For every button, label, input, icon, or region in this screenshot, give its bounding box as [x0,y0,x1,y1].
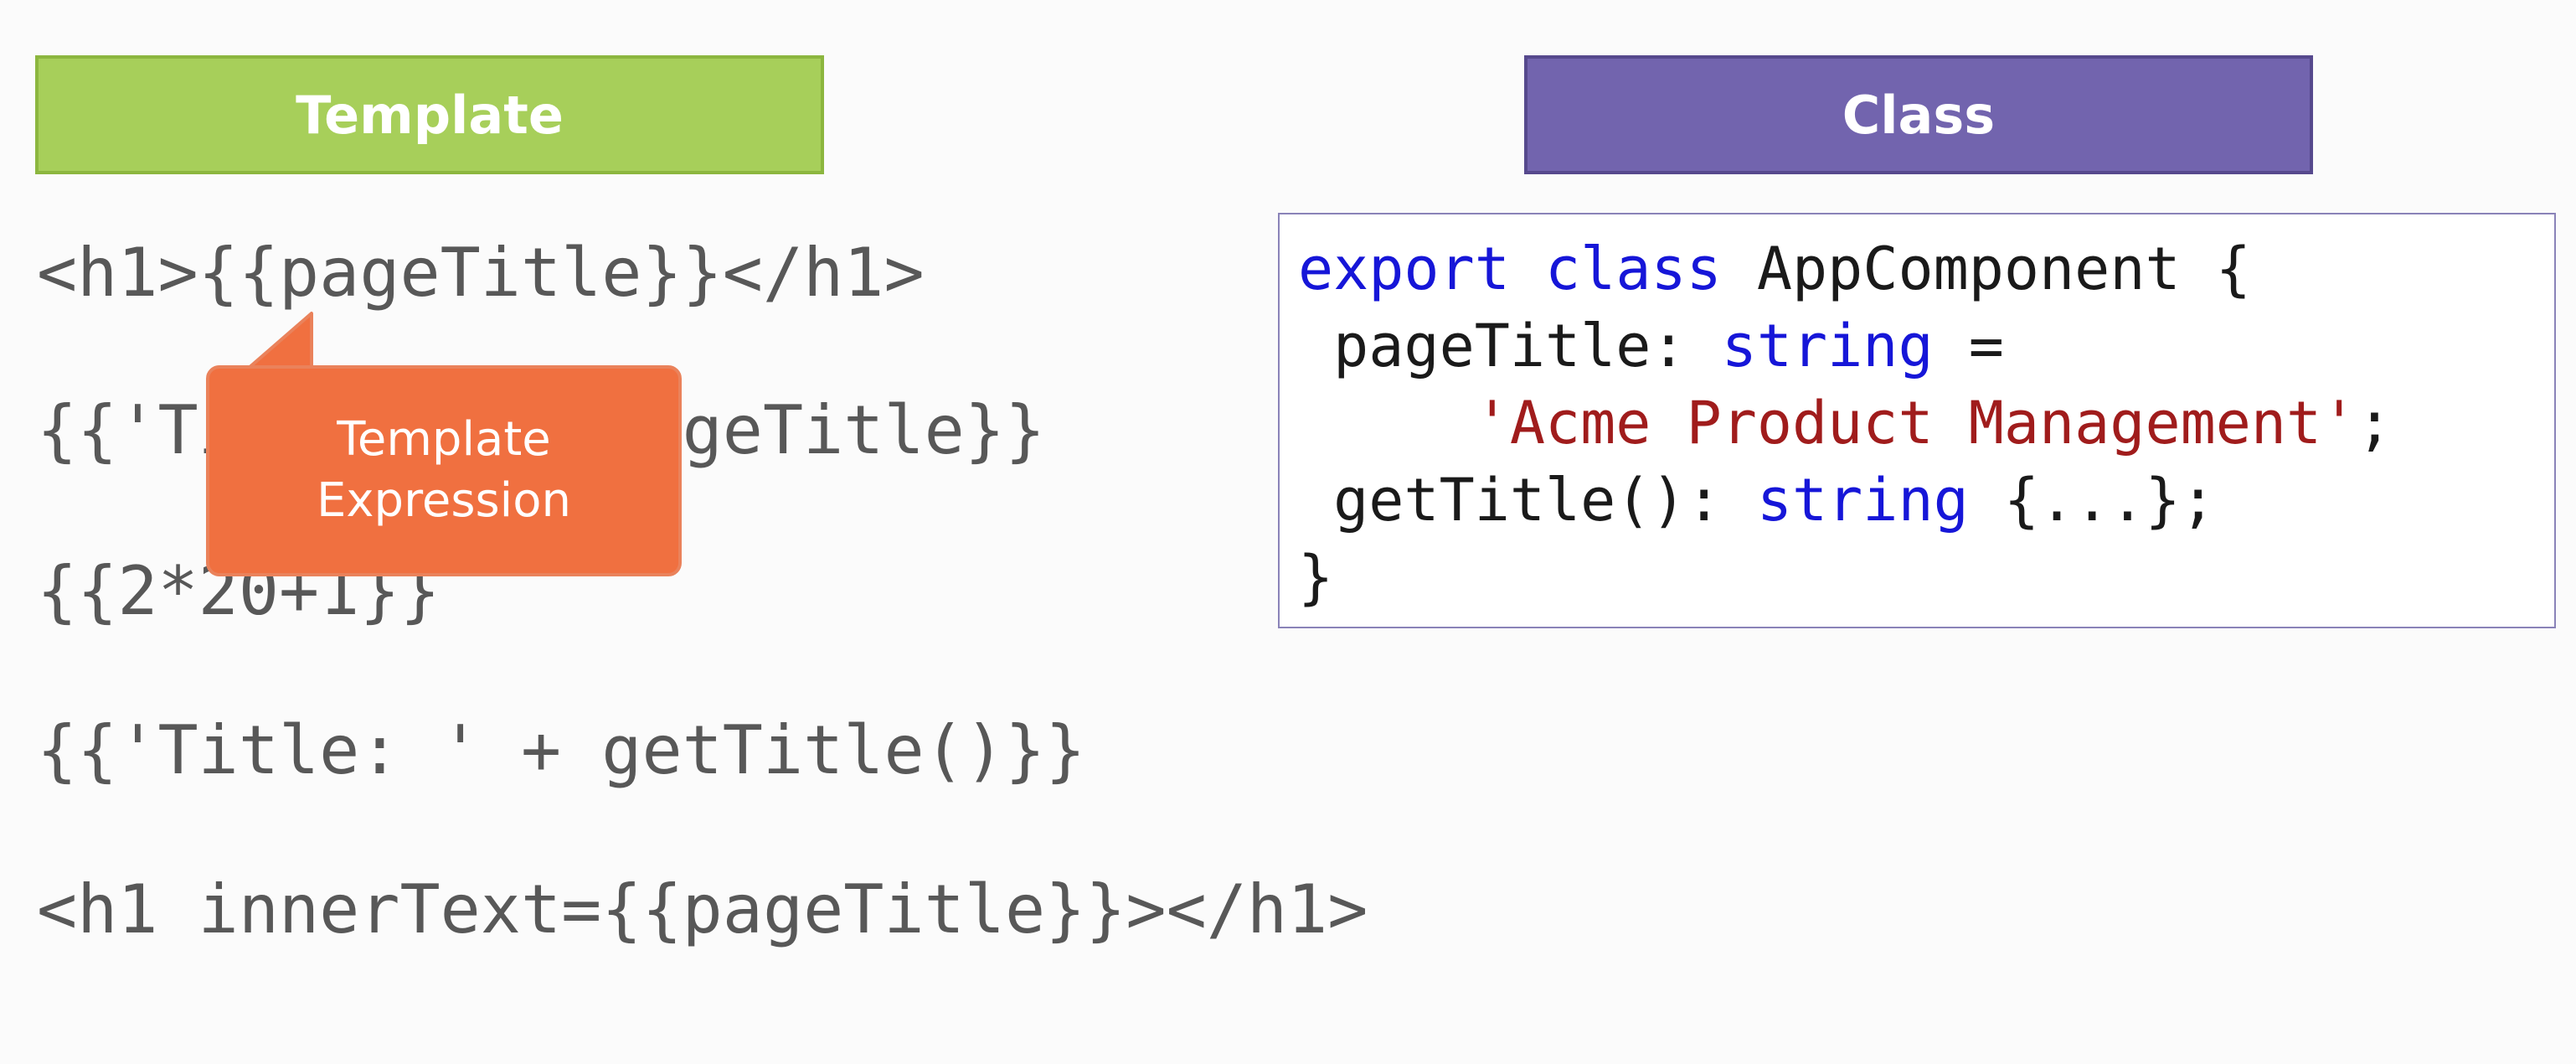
template-line-method-call: {{'Title: ' + getTitle()}} [37,711,1086,789]
class-header-label: Class [1842,84,1996,146]
code-line-close-brace: } [1298,543,1334,612]
class-header: Class [1524,55,2313,174]
callout-line-2: Expression [317,473,571,528]
callout-line-1: Template [337,412,551,467]
code-line-class-declaration: export class AppComponent { [1298,240,2251,298]
assignment-operator: = [1933,312,2004,380]
code-line-string-value: 'Acme Product Management'; [1298,394,2393,452]
code-line-method: getTitle(): string {...}; [1298,471,2216,529]
code-line-property: pageTitle: string = [1298,317,2004,375]
method-signature: getTitle(): [1298,466,1757,535]
keyword-class: class [1545,235,1722,303]
template-line-property-binding: <h1 innerText={{pageTitle}}></h1> [37,870,1368,948]
template-header-label: Template [296,84,564,146]
return-type-string: string [1756,466,1969,535]
type-string: string [1721,312,1934,380]
keyword-export: export [1298,235,1510,303]
template-line-interpolation: <h1>{{pageTitle}}</h1> [37,234,925,312]
template-expression-callout: Template Expression [206,365,682,576]
method-body: {...}; [1968,466,2216,535]
slide: Template Class <h1>{{pageTitle}}</h1> {{… [0,0,2576,1064]
class-code-box: export class AppComponent { pageTitle: s… [1278,213,2556,628]
class-name: AppComponent { [1721,235,2251,303]
property-name: pageTitle: [1298,312,1722,380]
semicolon: ; [2357,389,2393,457]
template-header: Template [35,55,824,174]
string-literal: 'Acme Product Management' [1474,389,2357,457]
